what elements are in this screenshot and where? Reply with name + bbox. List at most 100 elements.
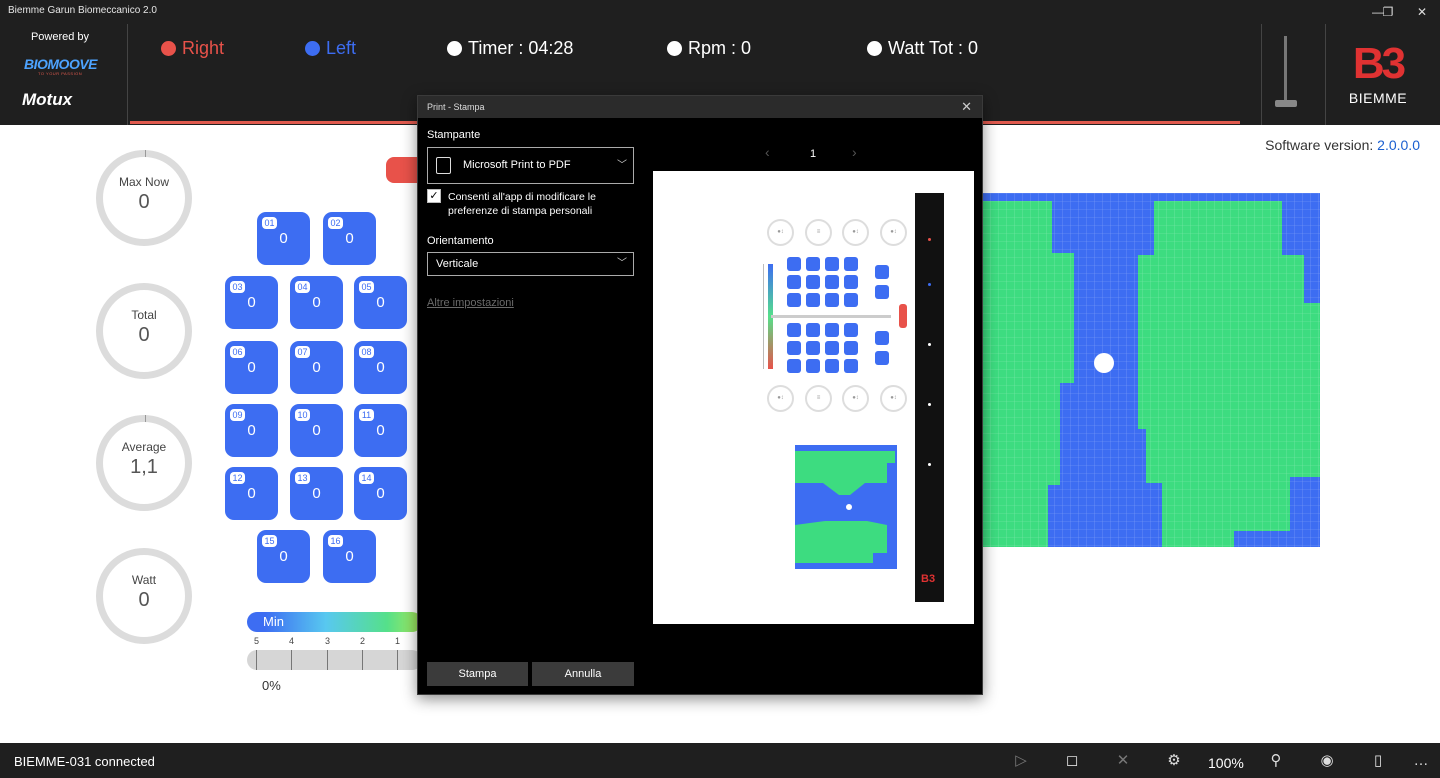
preview-sensor bbox=[844, 359, 858, 373]
sensor-11[interactable]: 11 0 bbox=[354, 404, 407, 457]
printer-label: Stampante bbox=[427, 129, 481, 141]
b3-mark: B3 bbox=[1352, 39, 1406, 88]
printer-select[interactable]: Microsoft Print to PDF ﹀ bbox=[427, 147, 634, 184]
sensor-12[interactable]: 12 0 bbox=[225, 467, 278, 520]
sensor-id: 05 bbox=[359, 281, 374, 293]
biomoove-logo: BIOMOOVE bbox=[24, 56, 98, 72]
sensor-05[interactable]: 05 0 bbox=[354, 276, 407, 329]
sensor-16[interactable]: 16 0 bbox=[323, 530, 376, 583]
header-divider bbox=[1261, 24, 1262, 125]
scale-tick: 5 bbox=[254, 636, 260, 646]
preview-sensor bbox=[787, 257, 801, 271]
orientation-label: Orientamento bbox=[427, 235, 494, 247]
sensor-13[interactable]: 13 0 bbox=[290, 467, 343, 520]
motux-logo: Motux bbox=[22, 90, 73, 109]
title-bar: Biemme Garun Biomeccanico 2.0 — ❐ ✕ bbox=[0, 0, 1440, 27]
view-icon[interactable]: ◉ bbox=[1317, 751, 1337, 771]
sensor-id: 06 bbox=[230, 346, 245, 358]
sensor-value: 0 bbox=[312, 422, 321, 439]
preview-sensor bbox=[806, 275, 820, 289]
prev-page-icon[interactable]: ‹ bbox=[765, 144, 770, 160]
metric-watt-tot: Watt Tot : 0 bbox=[867, 38, 978, 59]
sensor-04[interactable]: 04 0 bbox=[290, 276, 343, 329]
sensor-id: 08 bbox=[359, 346, 374, 358]
sensor-03[interactable]: 03 0 bbox=[225, 276, 278, 329]
preview-sensor bbox=[787, 275, 801, 289]
sensor-10[interactable]: 10 0 bbox=[290, 404, 343, 457]
document-icon[interactable]: ▯ bbox=[1368, 751, 1388, 771]
gauge-value: 0 bbox=[138, 589, 150, 611]
gauge-max-now: Max Now 0 bbox=[96, 150, 192, 246]
zoom-icon[interactable]: ⚲ bbox=[1266, 751, 1286, 771]
dialog-title: Print - Stampa bbox=[427, 102, 485, 112]
level-slider-handle[interactable] bbox=[1275, 100, 1297, 107]
dialog-close-icon[interactable]: ✕ bbox=[961, 99, 972, 115]
pressure-map bbox=[982, 193, 1320, 547]
sensor-value: 0 bbox=[279, 230, 288, 247]
sensor-id: 07 bbox=[295, 346, 310, 358]
gauge-value: 0 bbox=[138, 324, 150, 346]
bar-tick bbox=[397, 650, 398, 670]
percent-label: 0% bbox=[262, 678, 281, 693]
preview-sensor bbox=[787, 293, 801, 307]
allow-app-checkbox[interactable]: ✓ bbox=[427, 189, 441, 203]
sensor-id: 01 bbox=[262, 217, 277, 229]
preview-sensor bbox=[844, 275, 858, 289]
preview-sensor bbox=[806, 293, 820, 307]
next-page-icon[interactable]: › bbox=[852, 144, 857, 160]
sensor-06[interactable]: 06 0 bbox=[225, 341, 278, 394]
gauge-watt: Watt 0 bbox=[96, 548, 192, 644]
print-preview-page: ●↕ ≡ ●↕ ●↕ ●↕ ≡ ●↕ ●↕ B3 bbox=[653, 171, 974, 624]
sensor-15[interactable]: 15 0 bbox=[257, 530, 310, 583]
timer-dot-icon bbox=[447, 41, 462, 56]
play-icon[interactable]: ▷ bbox=[1011, 751, 1031, 771]
sensor-id: 09 bbox=[230, 409, 245, 421]
gauge-tick bbox=[145, 150, 146, 157]
more-icon[interactable]: … bbox=[1411, 751, 1431, 771]
preview-sensor bbox=[875, 351, 889, 365]
preview-gauge: ●↕ bbox=[880, 219, 907, 246]
biemme-logo: B3 BIEMME bbox=[1338, 39, 1418, 107]
preview-sensor bbox=[825, 257, 839, 271]
sensor-value: 0 bbox=[376, 485, 385, 502]
sensor-01[interactable]: 01 0 bbox=[257, 212, 310, 265]
level-slider-track[interactable] bbox=[1284, 36, 1287, 106]
settings-icon[interactable]: ⚙ bbox=[1164, 751, 1184, 771]
sensor-value: 0 bbox=[247, 422, 256, 439]
preview-sensor bbox=[806, 257, 820, 271]
sensor-08[interactable]: 08 0 bbox=[354, 341, 407, 394]
allow-app-label: Consenti all'app di modificare le prefer… bbox=[448, 191, 596, 217]
preview-sensor bbox=[844, 323, 858, 337]
percent-bar bbox=[247, 650, 422, 670]
preview-sensor bbox=[825, 293, 839, 307]
print-button[interactable]: Stampa bbox=[427, 662, 528, 686]
sensor-07[interactable]: 07 0 bbox=[290, 341, 343, 394]
sensor-09[interactable]: 09 0 bbox=[225, 404, 278, 457]
gauge-total: Total 0 bbox=[96, 283, 192, 379]
close-window-button[interactable]: ✕ bbox=[1399, 0, 1440, 24]
sensor-02[interactable]: 02 0 bbox=[323, 212, 376, 265]
preview-logo: B3 bbox=[921, 573, 936, 585]
bar-tick bbox=[327, 650, 328, 670]
metric-timer: Timer : 04:28 bbox=[447, 38, 573, 59]
stop-icon[interactable]: ◻ bbox=[1062, 751, 1082, 771]
orientation-select[interactable]: Verticale ﹀ bbox=[427, 252, 634, 276]
gauge-tick bbox=[145, 415, 146, 422]
sensor-14[interactable]: 14 0 bbox=[354, 467, 407, 520]
sensor-id: 10 bbox=[295, 409, 310, 421]
metric-left-label: Left bbox=[326, 38, 357, 58]
metric-right-label: Right bbox=[182, 38, 225, 58]
preview-sensor bbox=[844, 341, 858, 355]
preview-gauge: ●↕ bbox=[767, 219, 794, 246]
preview-sensor bbox=[787, 341, 801, 355]
close-icon[interactable]: ✕ bbox=[1113, 751, 1133, 771]
version-value: 2.0.0.0 bbox=[1377, 137, 1420, 153]
metric-watt-label: Watt Tot : 0 bbox=[888, 38, 979, 58]
scale-min-label: Min bbox=[263, 614, 284, 629]
cancel-button[interactable]: Annulla bbox=[532, 662, 634, 686]
gauge-average: Average 1,1 bbox=[96, 415, 192, 511]
sensor-value: 0 bbox=[312, 359, 321, 376]
more-settings-link[interactable]: Altre impostazioni bbox=[427, 297, 514, 309]
bar-tick bbox=[291, 650, 292, 670]
preview-dot bbox=[928, 283, 931, 286]
